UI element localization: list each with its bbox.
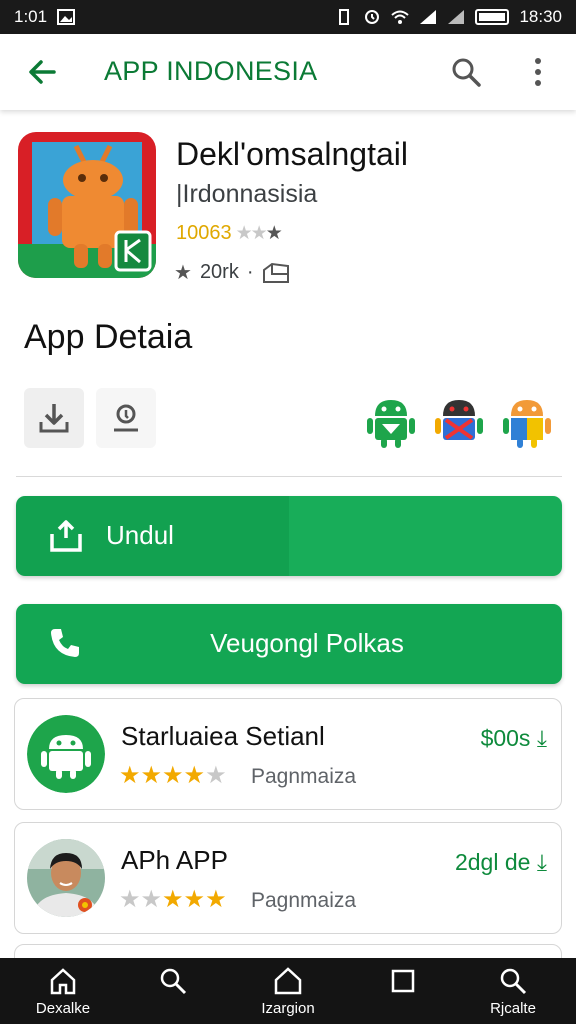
list-item-name: APh APP [121,845,228,875]
nav-recents[interactable] [358,966,448,996]
status-bar: 1:01 18:30 [0,0,576,34]
share-tile-button[interactable] [96,388,156,448]
person-photo-avatar [27,839,105,917]
app-rating-value: 10063 [176,222,232,244]
app-meta: ★ 20rk · [174,260,290,285]
nav-search[interactable] [128,966,218,996]
nav-region[interactable]: Izargion [243,966,333,1017]
star-icon: ★ [174,262,192,284]
android-color-icon[interactable] [502,394,552,448]
home-outline-icon [274,967,302,995]
signal-icon [420,10,437,24]
nav-home-label: Dexalke [35,1000,91,1017]
image-notification-icon [57,9,76,25]
list-item-price[interactable]: $00s ⤓ [481,725,547,752]
download-button[interactable]: Undul [16,496,562,576]
download-button-label: Undul [106,520,174,550]
app-downloads: 20rk [199,261,239,283]
download-tile-button[interactable] [24,388,84,448]
list-item-price[interactable]: 2dgl de ⤓ [455,849,547,876]
signal-2-icon [448,10,465,24]
age-rating-icon [262,262,289,283]
vibrate-icon [339,9,350,25]
list-item-price-value: 2dgl de [454,849,531,875]
wifi-icon [391,10,410,24]
alarm-icon [365,10,380,24]
download-icon [39,404,69,433]
list-item-name: Starluaiea Setianl [121,721,325,751]
app-rating: 10063 ★★★ [176,222,283,245]
android-dark-icon[interactable] [434,394,484,448]
search-icon [160,968,187,995]
call-button-label: Veugongl Polkas [210,628,404,658]
list-item-subtitle: Pagnmaiza [251,889,357,912]
rating-stars-icon: ★★★★★ [119,762,227,789]
list-item[interactable]: Starluaiea Setianl ★★★★★ Pagnmaiza $00s … [14,698,562,810]
section-title: App Detaia [24,318,193,356]
divider [16,476,562,477]
app-developer[interactable]: |Irdonnasisia [176,180,317,209]
arrow-back-icon[interactable] [24,54,60,90]
bottom-navigation: Dexalke Izargion Rjcalte [0,958,576,1024]
android-robot-app-icon [18,132,156,278]
status-time-right: 18:30 [519,7,562,26]
list-item-subtitle: Pagnmaiza [251,765,357,788]
nav-search-2[interactable]: Rjcalte [468,966,558,1017]
square-icon [391,969,415,993]
download-arrow-icon: ⤓ [536,725,547,751]
search-icon [500,968,527,995]
dot-separator: · [246,261,254,283]
battery-icon [475,9,510,25]
nav-region-label: Izargion [261,1000,315,1017]
app-name: Dekl'omsalngtail [176,136,408,172]
nav-home[interactable]: Dexalke [18,966,108,1017]
nav-search-2-label: Rjcalte [490,1000,536,1017]
call-button[interactable]: Veugongl Polkas [16,604,562,684]
badge-icon [114,404,138,432]
list-item-price-value: $00s [480,725,531,751]
status-time-left: 1:01 [14,7,48,26]
home-icon [50,968,76,995]
android-green-icon[interactable] [366,394,416,448]
more-vert-icon[interactable] [526,56,550,88]
search-icon[interactable] [450,56,482,88]
rating-stars-icon: ★★★ [235,223,283,244]
list-item[interactable]: APh APP ★★★★★ Pagnmaiza 2dgl de ⤓ [14,822,562,934]
download-box-icon [50,520,82,552]
download-arrow-icon: ⤓ [536,849,547,875]
app-bar: APP INDONESIA [0,34,576,110]
rating-stars-icon: ★★★★★ [119,886,227,913]
app-bar-title: APP INDONESIA [104,56,318,86]
android-robot-avatar [27,715,105,793]
